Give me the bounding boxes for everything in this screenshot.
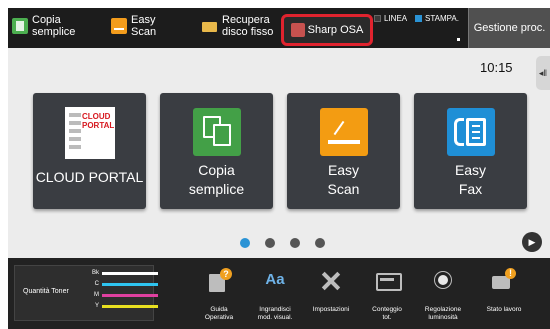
sharp-osa-button[interactable]: Sharp OSA <box>281 14 373 46</box>
cloud-portal-logo: CLOUD PORTAL <box>65 107 115 159</box>
scan-icon <box>111 18 127 34</box>
settings-icon <box>319 268 343 292</box>
bottom-bar: Quantità Toner Bk C M Y GuidaOperativa <box>8 258 550 329</box>
counter-icon <box>375 268 402 292</box>
toner-bar <box>102 282 158 286</box>
shortcut-copia-semplice[interactable]: Copia semplice <box>12 8 75 48</box>
zoom-display-button[interactable]: Aa Ingrandisci mod. visual. <box>245 258 305 329</box>
toner-bar <box>102 271 158 275</box>
shortcut-easy-scan[interactable]: Easy Scan <box>111 8 156 48</box>
play-arrow-icon: ▶ <box>528 236 536 247</box>
scan-icon <box>320 108 368 156</box>
page-dot[interactable] <box>315 238 325 248</box>
tile-copia-semplice[interactable]: Copia semplice <box>160 93 273 209</box>
line-status-label: LINEA <box>384 14 408 23</box>
tile-label: Easy Fax <box>454 162 487 197</box>
shortcut-recupera-disco-fisso[interactable]: Recupera disco fisso <box>202 8 273 48</box>
tile-label: Copia semplice <box>188 162 245 197</box>
line-indicator-icon <box>374 15 381 22</box>
tile-cloud-portal[interactable]: CLOUD PORTAL CLOUD PORTAL <box>33 93 146 209</box>
tile-label: Easy Scan <box>327 162 360 197</box>
shortcut-label: Copia semplice <box>32 14 76 38</box>
shortcut-label: Recupera disco fisso <box>222 14 274 38</box>
toner-bar <box>102 304 158 308</box>
print-status-label: STAMPA. <box>425 14 459 23</box>
toner-row-m: M <box>89 292 158 298</box>
folder-icon <box>202 18 218 34</box>
shortcut-label: Easy Scan <box>131 14 157 38</box>
collapse-arrow-icon: ◂‖ <box>538 67 548 78</box>
tile-easy-fax[interactable]: Easy Fax <box>414 93 527 209</box>
brightness-button[interactable]: Regolazione luminosità <box>413 258 473 329</box>
page-dot[interactable] <box>290 238 300 248</box>
job-status-label: Stato lavoro <box>486 306 522 313</box>
settings-label: Impostazioni <box>312 306 350 313</box>
top-bar: Copia semplice Easy Scan Recupera disco fis… <box>8 8 550 48</box>
copy-icon <box>12 18 28 34</box>
print-status: STAMPA. <box>415 14 459 23</box>
brightness-label: Regolazione luminosità <box>424 306 462 321</box>
line-status: LINEA <box>374 14 407 23</box>
toner-channel-label: C <box>94 281 99 287</box>
toner-label: Quantità Toner <box>23 288 69 295</box>
copy-icon <box>193 108 241 156</box>
settings-button[interactable]: Impostazioni <box>301 258 361 329</box>
toner-channel-label: Y <box>94 303 99 309</box>
print-indicator-icon <box>415 15 422 22</box>
next-page-button[interactable]: ▶ <box>522 232 542 252</box>
zoom-display-icon: Aa <box>265 271 285 288</box>
brightness-icon <box>431 268 455 292</box>
guide-label: Guida Operativa <box>204 306 234 321</box>
toner-level-panel[interactable]: Quantità Toner Bk C M Y <box>14 265 158 321</box>
dropdown-dot-icon <box>457 38 460 41</box>
sharp-osa-label: Sharp OSA <box>307 24 364 36</box>
toner-channel-label: Bk <box>91 270 99 276</box>
page-indicator <box>240 238 340 248</box>
zoom-display-label: Ingrandisci mod. visual. <box>257 306 293 321</box>
printer-home-screen: Copia semplice Easy Scan Recupera disco fis… <box>8 8 550 329</box>
toner-bar <box>102 293 158 297</box>
osa-icon <box>290 23 305 37</box>
guide-button[interactable]: GuidaOperativa <box>189 258 249 329</box>
counter-button[interactable]: Conteggio tot. <box>357 258 417 329</box>
toner-channel-label: M <box>94 292 99 298</box>
toner-row-c: C <box>89 281 158 287</box>
job-status-icon <box>492 268 516 292</box>
counter-label: Conteggio tot. <box>372 306 402 321</box>
toner-row-bk: Bk <box>89 270 158 276</box>
job-status-button[interactable]: Stato lavoro <box>474 258 534 329</box>
page-dot[interactable] <box>240 238 250 248</box>
fax-icon <box>447 108 495 156</box>
job-management-label: Gestione proc. <box>473 22 546 34</box>
tile-easy-scan[interactable]: Easy Scan <box>287 93 400 209</box>
toner-row-y: Y <box>89 303 158 309</box>
page-dot[interactable] <box>265 238 275 248</box>
clock: 10:15 <box>480 60 513 75</box>
job-management-button[interactable]: Gestione proc. <box>468 8 550 48</box>
guide-icon <box>207 268 232 292</box>
side-panel-handle[interactable]: ◂‖ <box>536 56 550 90</box>
cloud-portal-logo-text: CLOUD PORTAL <box>82 112 115 130</box>
tile-label: CLOUD PORTAL <box>35 169 144 185</box>
